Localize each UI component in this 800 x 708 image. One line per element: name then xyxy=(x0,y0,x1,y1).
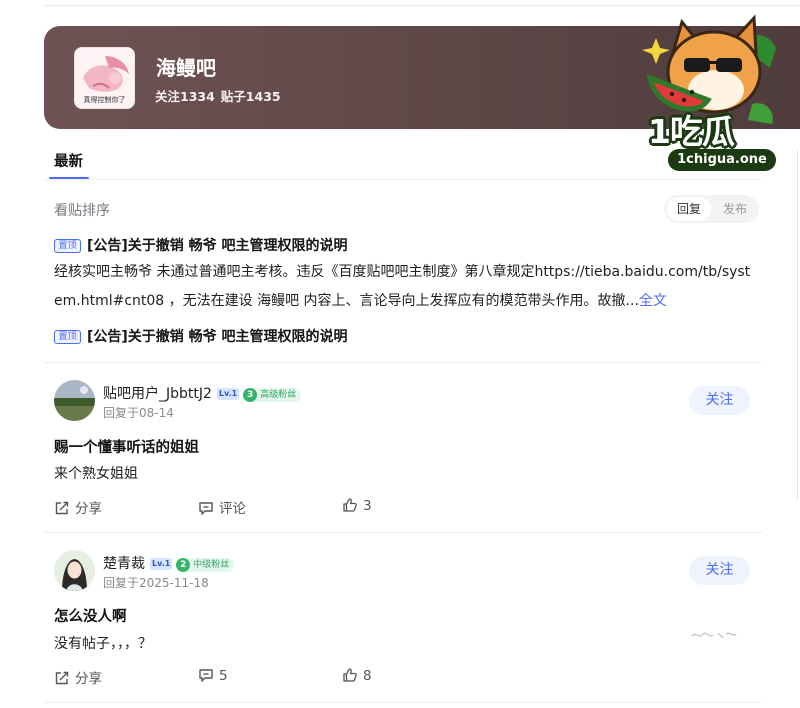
avatar-image xyxy=(54,550,95,591)
share-icon xyxy=(55,501,69,515)
read-more-link[interactable]: 全文 xyxy=(639,293,667,309)
post-text: 没有帖子，，，？ xyxy=(54,636,152,652)
thumbs-up-icon xyxy=(343,498,357,512)
post-count: 贴子1435 xyxy=(220,89,281,104)
avatar[interactable] xyxy=(54,380,95,421)
sort-publish-button[interactable]: 发布 xyxy=(713,197,757,221)
sort-reply-button[interactable]: 回复 xyxy=(667,197,711,221)
comment-icon xyxy=(199,502,213,515)
thumbs-up-icon xyxy=(343,668,357,682)
post-title[interactable]: 赐一个懂事听话的姐姐 xyxy=(54,436,199,457)
avatar[interactable] xyxy=(54,550,95,591)
divider xyxy=(44,532,762,533)
fan-label: 高级粉丝 xyxy=(260,390,297,400)
pinned-post-body: 经核实吧主畅爷 未通过普通吧主考核。违反《百度贴吧吧主制度》第八章规定https… xyxy=(54,258,754,316)
pinned-title-text: [公告]关于撤销 畅爷 吧主管理权限的说明 xyxy=(87,329,348,345)
post-text: 来个熟女姐姐 xyxy=(54,466,138,482)
forum-avatar[interactable]: 真得控制你了 xyxy=(74,47,135,109)
username: 贴吧用户_JbbttJ2 xyxy=(103,386,212,402)
divider xyxy=(44,702,762,703)
share-label: 分享 xyxy=(75,501,102,517)
like-count: 3 xyxy=(363,498,372,514)
level-badge: Lv.1 xyxy=(216,388,240,400)
avatar-image xyxy=(54,380,95,421)
follow-count: 关注1334 xyxy=(155,89,215,104)
fan-badge: 3 高级粉丝 xyxy=(243,388,302,402)
comment-icon xyxy=(199,669,213,682)
tab-latest[interactable]: 最新 xyxy=(54,150,83,171)
post-time: 回复于08-14 xyxy=(103,406,174,420)
like-button[interactable]: 8 xyxy=(342,667,372,684)
comment-button[interactable]: 5 xyxy=(198,667,228,684)
pinned-post-title[interactable]: 置顶 [公告]关于撤销 畅爷 吧主管理权限的说明 xyxy=(54,326,348,346)
pinned-post-title[interactable]: 置顶 [公告]关于撤销 畅爷 吧主管理权限的说明 xyxy=(54,235,348,255)
post-time: 回复于2025-11-18 xyxy=(103,576,209,590)
sort-toggle: 回复 发布 xyxy=(664,195,759,223)
follow-button[interactable]: 关注 xyxy=(689,556,750,585)
like-button[interactable]: 3 xyxy=(342,497,372,514)
forum-name[interactable]: 海鳗吧 xyxy=(156,52,216,81)
fan-level: 2 xyxy=(176,558,191,572)
fan-badge: 2 中级粉丝 xyxy=(176,558,235,572)
post-author[interactable]: 楚青裁 Lv.1 2 中级粉丝 xyxy=(103,553,235,573)
watermark-brand: 1吃瓜 xyxy=(648,112,735,151)
post-author[interactable]: 贴吧用户_JbbttJ2 Lv.1 3 高级粉丝 xyxy=(103,383,302,403)
level-badge: Lv.1 xyxy=(150,558,173,570)
divider xyxy=(44,362,762,363)
comment-label: 评论 xyxy=(219,501,246,517)
share-label: 分享 xyxy=(75,671,102,687)
share-button[interactable]: 分享 xyxy=(54,497,102,517)
forum-avatar-caption: 真得控制你了 xyxy=(83,96,126,104)
sort-label: 看贴排序 xyxy=(54,203,110,219)
faint-scribble xyxy=(691,632,737,639)
tab-divider xyxy=(44,179,762,180)
pinned-badge: 置顶 xyxy=(54,239,81,253)
right-edge-divider xyxy=(797,150,798,500)
like-count: 8 xyxy=(363,668,372,684)
pinned-badge: 置顶 xyxy=(54,330,81,344)
follow-button[interactable]: 关注 xyxy=(689,386,750,415)
top-divider xyxy=(44,5,800,6)
post-title[interactable]: 怎么没人啊 xyxy=(54,605,127,626)
pinned-title-text: [公告]关于撤销 畅爷 吧主管理权限的说明 xyxy=(87,238,348,254)
fan-label: 中级粉丝 xyxy=(193,560,230,570)
share-icon xyxy=(55,671,69,685)
fan-level: 3 xyxy=(243,388,258,402)
username: 楚青裁 xyxy=(103,556,145,572)
forum-stats: 关注1334 贴子1435 xyxy=(155,86,281,105)
watermark-url: 1chigua.one xyxy=(668,149,776,171)
comment-count: 5 xyxy=(219,668,228,684)
share-button[interactable]: 分享 xyxy=(54,667,102,687)
comment-button[interactable]: 评论 xyxy=(198,497,246,517)
